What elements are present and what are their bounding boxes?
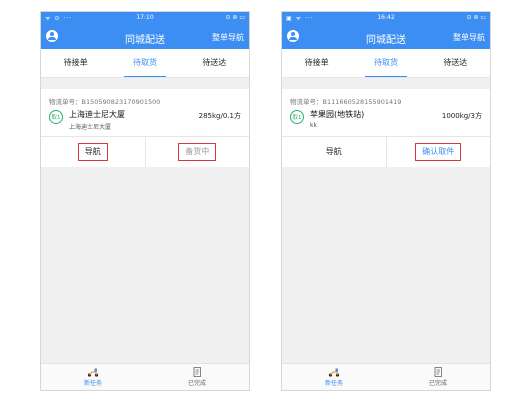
order-actions: 导航 确认取件 <box>282 136 490 167</box>
navigate-button-label: 导航 <box>77 143 108 161</box>
tab-pending-delivery[interactable]: 待送达 <box>180 49 249 77</box>
document-icon <box>434 367 442 377</box>
status-tabs: 待接单 待取货 待送达 <box>41 49 249 78</box>
navigate-button[interactable]: 导航 <box>282 137 386 167</box>
status-time: 16:42 <box>377 14 395 21</box>
confirm-pickup-button[interactable]: 确认取件 <box>385 137 491 167</box>
status-tabs: 待接单 待取货 待送达 <box>282 49 490 78</box>
scooter-icon <box>328 368 340 377</box>
document-icon <box>193 367 201 377</box>
bottom-tab-new-tasks[interactable]: 新任务 <box>41 364 145 390</box>
bottom-tab-bar: 新任务 已完成 <box>282 363 490 390</box>
full-order-navigation-button[interactable]: 整单导航 <box>453 32 485 43</box>
destination-name: 上海迪士尼大厦 <box>69 110 125 119</box>
bottom-tab-completed[interactable]: 已完成 <box>386 364 490 390</box>
tab-pending-pickup[interactable]: 待取货 <box>110 49 179 77</box>
destination-address: kk <box>310 122 317 129</box>
bottom-tab-new-tasks-label: 新任务 <box>83 380 102 387</box>
confirm-pickup-label: 确认取件 <box>415 143 462 161</box>
destination-name: 苹果园(地铁站) <box>310 110 365 119</box>
phone-screen-1: ᯤ ⊙ ··· 17:10 ⊙ ⊚ ▭ 同城配送 整单导航 待接单 待取货 待送… <box>40 11 250 391</box>
app-header: 同城配送 整单导航 <box>282 24 490 49</box>
tab-pending-delivery[interactable]: 待送达 <box>421 49 490 77</box>
tab-pending-accept[interactable]: 待接单 <box>41 49 110 77</box>
order-number: 物流单号：B150590823170901500 <box>49 98 161 106</box>
destination-address: 上海迪士尼大厦 <box>69 124 112 131</box>
tab-pending-pickup[interactable]: 待取货 <box>351 49 420 77</box>
bottom-tab-completed-label: 已完成 <box>187 380 206 387</box>
status-time: 17:10 <box>136 14 154 21</box>
preparing-goods-button[interactable]: 备货中 <box>144 137 250 167</box>
app-header: 同城配送 整单导航 <box>41 24 249 49</box>
phone-screen-2: ▣ ᯤ ··· 16:42 ⊙ ⊚ ▭ 同城配送 整单导航 待接单 待取货 待送… <box>281 11 491 391</box>
status-icons-right: ⊙ ⊚ ▭ <box>466 14 486 21</box>
tab-pending-accept[interactable]: 待接单 <box>282 49 351 77</box>
bottom-tab-bar: 新任务 已完成 <box>41 363 249 390</box>
navigate-button-label: 导航 <box>325 147 342 156</box>
cargo-weight: 285kg/0.1方 <box>198 112 241 120</box>
status-bar: ᯤ ⊙ ··· 17:10 ⊙ ⊚ ▭ <box>41 12 249 24</box>
bottom-tab-new-tasks[interactable]: 新任务 <box>282 364 386 390</box>
scooter-icon <box>87 368 99 377</box>
bottom-tab-new-tasks-label: 新任务 <box>324 380 343 387</box>
status-icons-right: ⊙ ⊚ ▭ <box>225 14 245 21</box>
pickup-badge: 取1 <box>49 110 63 124</box>
order-card[interactable]: 物流单号：B111660528155901419 取1 苹果园(地铁站) kk … <box>282 89 490 167</box>
order-card[interactable]: 物流单号：B150590823170901500 取1 上海迪士尼大厦 上海迪士… <box>41 89 249 167</box>
pickup-badge: 取1 <box>290 110 304 124</box>
full-order-navigation-button[interactable]: 整单导航 <box>212 32 244 43</box>
pickup-row: 取1 苹果园(地铁站) kk 1000kg/3方 <box>282 106 490 136</box>
preparing-goods-label: 备货中 <box>178 143 217 161</box>
navigate-button[interactable]: 导航 <box>41 137 145 167</box>
status-bar: ▣ ᯤ ··· 16:42 ⊙ ⊚ ▭ <box>282 12 490 24</box>
bottom-tab-completed-label: 已完成 <box>428 380 447 387</box>
cargo-weight: 1000kg/3方 <box>441 112 482 120</box>
pickup-row: 取1 上海迪士尼大厦 上海迪士尼大厦 285kg/0.1方 <box>41 106 249 136</box>
order-actions: 导航 备货中 <box>41 136 249 167</box>
order-number: 物流单号：B111660528155901419 <box>290 98 402 106</box>
bottom-tab-completed[interactable]: 已完成 <box>145 364 249 390</box>
